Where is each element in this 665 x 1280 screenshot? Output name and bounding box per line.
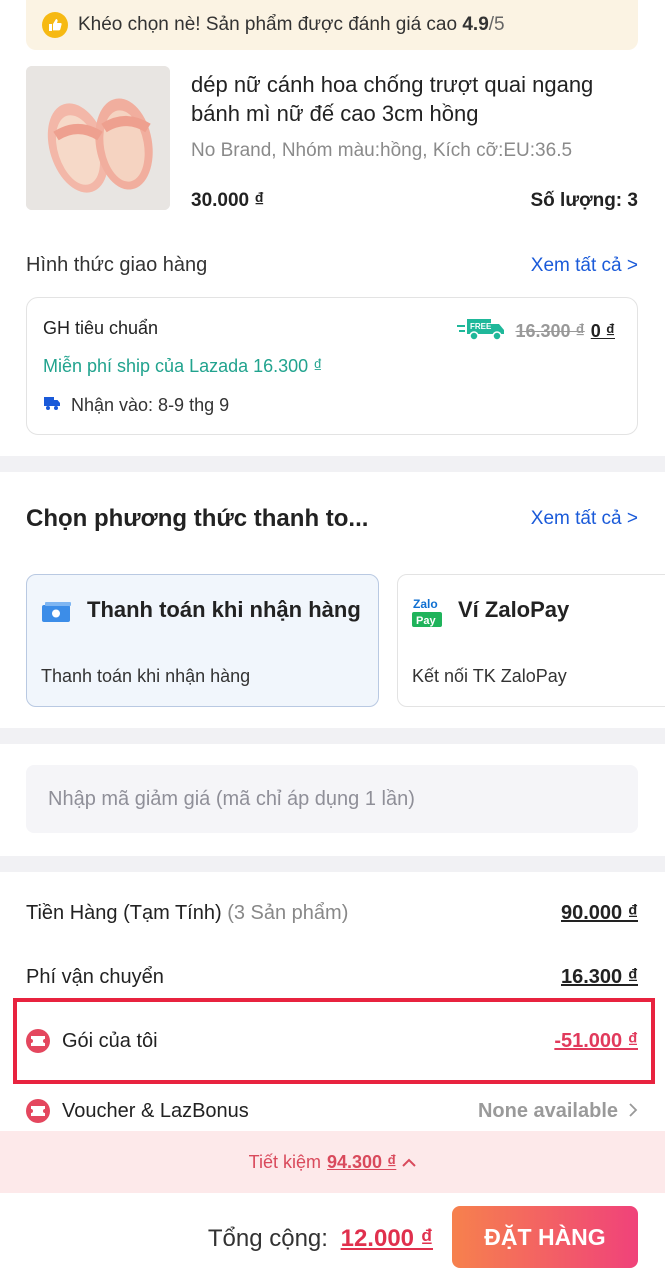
delivery-option-card[interactable]: GH tiêu chuẩn FREE 16.300 ₫ 0 ₫ Miễn phí… — [26, 297, 638, 435]
product-name[interactable]: dép nữ cánh hoa chống trượt quai ngang b… — [191, 70, 621, 128]
shipping-fee-row: Phí vận chuyển 16.300 ₫ — [26, 966, 638, 989]
voucher-lazbonus-label: Voucher & LazBonus — [62, 1099, 249, 1122]
voucher-lazbonus-value: None available — [477, 1099, 618, 1122]
delivery-eta-text: Nhận vào: 8-9 thg 9 — [71, 395, 230, 415]
checkout-footer: Tổng cộng: 12.000 ₫ ĐẶT HÀNG — [0, 1193, 665, 1280]
place-order-button[interactable]: ĐẶT HÀNG — [452, 1206, 638, 1268]
section-divider — [0, 856, 665, 872]
zalopay-icon: Zalo Pay — [412, 595, 444, 634]
total-label: Tổng cộng: — [207, 1225, 328, 1252]
thumbs-up-icon — [42, 12, 68, 38]
zalopay-icon-bottom-text: Pay — [416, 615, 436, 627]
delivery-header: Hình thức giao hàng Xem tất cả > — [26, 254, 638, 277]
total-amount: 12.000 ₫ — [340, 1225, 433, 1252]
my-package-value: -51.000 ₫ — [554, 1029, 638, 1052]
delivery-see-all-link[interactable]: Xem tất cả > — [531, 255, 638, 277]
ticket-icon — [26, 1099, 50, 1123]
subtotal-row: Tiền Hàng (Tạm Tính) (3 Sản phẩm) 90.000… — [26, 902, 638, 925]
free-shipping-truck-icon: FREE — [457, 316, 507, 347]
shipping-fee-label: Phí vận chuyển — [26, 966, 164, 988]
delivery-fee: FREE 16.300 ₫ 0 ₫ — [457, 316, 615, 347]
payment-see-all-link[interactable]: Xem tất cả > — [531, 508, 638, 530]
free-badge-text: FREE — [470, 322, 492, 331]
payment-option-sub: Kết nối TK ZaloPay — [412, 666, 567, 686]
payment-option-name: Ví ZaloPay — [458, 597, 570, 622]
payment-option-sub: Thanh toán khi nhận hàng — [41, 666, 251, 686]
product-price: 30.000 ₫ — [191, 190, 265, 211]
voucher-code-input[interactable] — [26, 765, 638, 833]
ticket-icon — [26, 1029, 50, 1053]
savings-label: Tiết kiệm — [248, 1151, 322, 1172]
free-shipping-note: Miễn phí ship của Lazada 16.300 ₫ — [43, 356, 323, 376]
delivery-eta: Nhận vào: 8-9 thg 9 — [43, 394, 229, 417]
product-variant: No Brand, Nhóm màu:hồng, Kích cỡ:EU:36.5 — [191, 140, 573, 161]
my-package-row[interactable]: Gói của tôi -51.000 ₫ — [26, 1029, 638, 1053]
old-shipping-fee: 16.300 ₫ — [515, 321, 585, 341]
total-row: Tổng cộng: 12.000 ₫ — [208, 1225, 433, 1253]
rating-max: /5 — [488, 14, 505, 35]
product-image[interactable] — [26, 66, 170, 210]
payment-option-name: Thanh toán khi nhận hàng — [87, 597, 361, 622]
chevron-up-icon — [402, 1152, 417, 1173]
delivery-title: Hình thức giao hàng — [26, 254, 208, 276]
subtotal-value: 90.000 ₫ — [561, 902, 638, 924]
quantity-label: Số lượng: — [530, 190, 623, 211]
savings-amount: 94.300 ₫ — [327, 1151, 397, 1172]
shipping-fee-value: 16.300 ₫ — [561, 966, 638, 988]
rating-text: Khéo chọn nè! Sản phẩm được đánh giá cao — [78, 14, 458, 35]
section-divider — [0, 456, 665, 472]
payment-option-zalopay[interactable]: Zalo Pay Ví ZaloPay Kết nối TK ZaloPay — [397, 574, 665, 707]
chevron-right-icon — [628, 1100, 638, 1123]
zalopay-icon-top-text: Zalo — [413, 597, 438, 611]
voucher-lazbonus-row[interactable]: Voucher & LazBonus None available — [26, 1099, 638, 1123]
subtotal-label: Tiền Hàng (Tạm Tính) — [26, 902, 222, 924]
payment-title: Chọn phương thức thanh to... — [26, 505, 369, 532]
rating-score: 4.9 — [462, 14, 489, 35]
new-shipping-fee: 0 ₫ — [590, 321, 615, 341]
quantity-value: 3 — [627, 190, 638, 211]
product-quantity: Số lượng: 3 — [530, 190, 638, 212]
payment-header: Chọn phương thức thanh to... Xem tất cả … — [26, 505, 638, 533]
savings-bar[interactable]: Tiết kiệm 94.300 ₫ — [0, 1131, 665, 1193]
subtotal-count: (3 Sản phẩm) — [227, 902, 349, 924]
cash-icon — [41, 601, 73, 630]
delivery-method: GH tiêu chuẩn — [43, 318, 159, 338]
payment-option-cod[interactable]: Thanh toán khi nhận hàng Thanh toán khi … — [26, 574, 379, 707]
product-item: dép nữ cánh hoa chống trượt quai ngang b… — [26, 66, 638, 216]
delivery-truck-icon — [43, 394, 61, 417]
section-divider — [0, 728, 665, 744]
rating-banner: Khéo chọn nè! Sản phẩm được đánh giá cao… — [26, 0, 638, 50]
my-package-label: Gói của tôi — [62, 1029, 158, 1052]
